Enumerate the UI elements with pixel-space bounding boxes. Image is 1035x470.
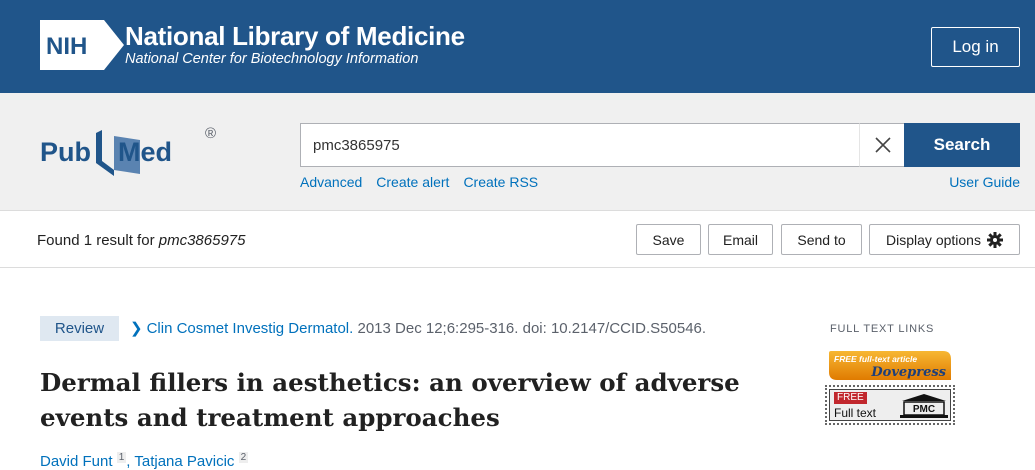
- display-options-button[interactable]: Display options: [869, 224, 1020, 255]
- advanced-link[interactable]: Advanced: [300, 174, 362, 190]
- search-band: Pub Med ® pmc3865975 Search Advanced Cre…: [0, 93, 1035, 211]
- nih-title[interactable]: National Library of Medicine: [125, 21, 465, 52]
- results-count: Found 1 result for pmc3865975: [37, 232, 245, 249]
- nih-subtitle: National Center for Biotechnology Inform…: [125, 51, 419, 67]
- gear-icon: [986, 231, 1003, 248]
- user-guide-link[interactable]: User Guide: [949, 174, 1020, 190]
- citation-details: 2013 Dec 12;6:295-316. doi: 10.2147/CCID…: [353, 320, 707, 337]
- pmc-fulltext-label: Full text: [834, 406, 877, 420]
- create-rss-link[interactable]: Create RSS: [463, 174, 538, 190]
- nih-logo-text: NIH: [46, 33, 87, 60]
- results-query: pmc3865975: [158, 232, 246, 249]
- pmc-badge: FREE Full text PMC: [829, 389, 951, 421]
- results-prefix: Found 1 result for: [37, 232, 159, 249]
- dovepress-tagline: FREE full-text article: [834, 354, 917, 364]
- affiliation-ref[interactable]: 2: [238, 452, 249, 463]
- search-input[interactable]: pmc3865975: [300, 123, 860, 167]
- email-button[interactable]: Email: [708, 224, 773, 255]
- nih-logo[interactable]: NIH: [40, 20, 124, 70]
- display-options-label: Display options: [886, 231, 981, 248]
- search-links: Advanced Create alert Create RSS: [300, 174, 538, 190]
- nih-header: NIH National Library of Medicine Nationa…: [0, 0, 1035, 93]
- pmc-logo-text: PMC: [913, 404, 935, 415]
- svg-text:®: ®: [205, 125, 216, 142]
- create-alert-link[interactable]: Create alert: [376, 174, 449, 190]
- clear-search-button[interactable]: [859, 123, 905, 167]
- search-button[interactable]: Search: [904, 123, 1020, 167]
- send-to-button[interactable]: Send to: [781, 224, 862, 255]
- review-badge: Review: [40, 316, 119, 341]
- article-title: Dermal fillers in aesthetics: an overvie…: [40, 368, 740, 432]
- dovepress-brand: Dovepress: [870, 365, 946, 380]
- full-text-links-label: FULL TEXT LINKS: [830, 323, 935, 335]
- results-bar: Found 1 result for pmc3865975 Save Email…: [0, 212, 1035, 268]
- pmc-free-label: FREE: [834, 392, 867, 404]
- affiliation-ref[interactable]: 1: [116, 452, 127, 463]
- author-link[interactable]: David Funt: [40, 453, 113, 470]
- svg-text:Med: Med: [118, 137, 172, 167]
- svg-text:Pub: Pub: [40, 137, 91, 167]
- pubmed-logo[interactable]: Pub Med ®: [40, 118, 230, 178]
- author-link[interactable]: Tatjana Pavicic: [134, 453, 234, 470]
- login-button[interactable]: Log in: [931, 27, 1020, 67]
- pmc-logo-icon: PMC: [900, 394, 948, 418]
- pmc-link[interactable]: FREE Full text PMC: [825, 385, 955, 425]
- author-list: David Funt 1, Tatjana Pavicic 2: [40, 452, 249, 470]
- citation: ❯ Clin Cosmet Investig Dermatol. 2013 Dec…: [130, 319, 706, 337]
- save-button[interactable]: Save: [636, 224, 701, 255]
- journal-link[interactable]: Clin Cosmet Investig Dermatol.: [147, 320, 354, 337]
- chevron-right-icon: ❯: [130, 320, 143, 337]
- close-icon: [874, 137, 891, 153]
- dovepress-link[interactable]: FREE full-text article Dovepress: [829, 351, 951, 380]
